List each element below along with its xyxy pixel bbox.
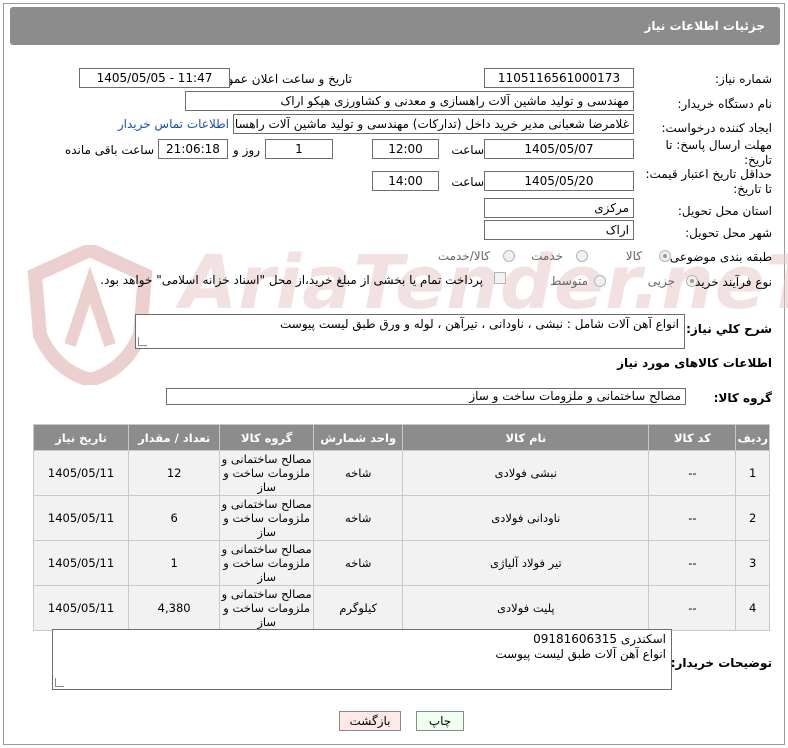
cell-unit: شاخه: [314, 541, 403, 585]
buyer-field: مهندسی و تولید ماشین آلات راهسازی و معدن…: [185, 91, 634, 111]
summary-textarea[interactable]: انواع آهن آلات شامل : نبشی ، ناودانی ، ت…: [135, 314, 685, 349]
table-row: 1 -- نبشی فولادی شاخه مصالح ساختمانی و م…: [34, 451, 769, 495]
group-label: گروه کالا:: [713, 391, 772, 405]
cell-name: نبشی فولادی: [403, 451, 649, 495]
cell-code: --: [649, 586, 736, 630]
deadline-time-label: ساعت: [451, 143, 484, 157]
category-service-radio[interactable]: [576, 250, 588, 262]
page-header: جزئیات اطلاعات نیاز: [10, 7, 780, 45]
cell-name: ناودانی فولادی: [403, 496, 649, 540]
process-minor-label: جزیی: [647, 274, 675, 288]
col-header-code: کد کالا: [649, 425, 736, 450]
cell-row-num: 2: [736, 496, 769, 540]
cell-row-num: 1: [736, 451, 769, 495]
process-minor-radio[interactable]: [686, 275, 698, 287]
col-header-name: نام کالا: [403, 425, 649, 450]
need-number-field: 1105116561000173: [484, 68, 634, 88]
table-row: 3 -- تیر فولاد آلیاژی شاخه مصالح ساختمان…: [34, 541, 769, 585]
cell-need-date: 1405/05/11: [34, 451, 129, 495]
cell-unit: شاخه: [314, 496, 403, 540]
col-header-unit: واحد شمارش: [314, 425, 403, 450]
cell-group: مصالح ساختمانی و ملزومات ساخت و ساز: [220, 451, 314, 495]
cell-code: --: [649, 496, 736, 540]
category-goods-label: کالا: [625, 249, 642, 263]
cell-group: مصالح ساختمانی و ملزومات ساخت و ساز: [220, 541, 314, 585]
table-row: 2 -- ناودانی فولادی شاخه مصالح ساختمانی …: [34, 496, 769, 540]
deadline-time-field: 12:00: [372, 139, 439, 159]
announce-field: 1405/05/05 - 11:47: [79, 68, 230, 88]
city-label: شهر محل تحویل:: [685, 226, 772, 240]
col-header-quantity: تعداد / مقدار: [129, 425, 220, 450]
cell-quantity: 4,380: [129, 586, 220, 630]
cell-code: --: [649, 541, 736, 585]
process-medium-label: متوسط: [550, 274, 588, 288]
city-field: اراک: [484, 220, 634, 240]
cell-quantity: 12: [129, 451, 220, 495]
cell-need-date: 1405/05/11: [34, 496, 129, 540]
summary-text: انواع آهن آلات شامل : نبشی ، ناودانی ، ت…: [280, 317, 679, 331]
category-label: طبقه بندی موضوعی:: [665, 250, 772, 264]
deadline-date-field: 1405/05/07: [484, 139, 634, 159]
creator-label: ایجاد کننده درخواست:: [661, 121, 772, 135]
back-button[interactable]: بازگشت: [339, 711, 401, 731]
need-number-label: شماره نیاز:: [715, 72, 772, 86]
treasury-payment-label: پرداخت تمام یا بخشی از مبلغ خرید،از محل …: [100, 273, 483, 287]
province-field: مرکزی: [484, 198, 634, 218]
cell-name: تیر فولاد آلیاژی: [403, 541, 649, 585]
deadline-label: مهلت ارسال پاسخ: تا تاریخ:: [665, 138, 772, 167]
category-goods-radio[interactable]: [659, 250, 671, 262]
process-label: نوع فرآیند خرید :: [687, 275, 772, 289]
buyer-notes-line1: اسکندری 09181606315: [533, 632, 666, 646]
category-service-label: خدمت: [531, 249, 563, 263]
cell-unit: شاخه: [314, 451, 403, 495]
cell-group: مصالح ساختمانی و ملزومات ساخت و ساز: [220, 496, 314, 540]
resize-grip-icon[interactable]: [138, 337, 147, 346]
cell-group: مصالح ساختمانی و ملزومات ساخت و ساز: [220, 586, 314, 630]
group-field: مصالح ساختمانی و ملزومات ساخت و ساز: [166, 388, 686, 405]
cell-quantity: 1: [129, 541, 220, 585]
days-label: روز و: [233, 143, 260, 157]
cell-row-num: 3: [736, 541, 769, 585]
creator-field: غلامرضا شعبانی مدیر خرید داخل (تدارکات) …: [233, 114, 634, 134]
table-row: 4 -- پلیت فولادی کیلوگرم مصالح ساختمانی …: [34, 586, 769, 630]
province-label: استان محل تحویل:: [677, 204, 772, 218]
days-field: 1: [265, 139, 333, 159]
remaining-time-field: 21:06:18: [158, 139, 228, 159]
page-title: جزئیات اطلاعات نیاز: [644, 19, 765, 33]
table-header-row: ردیف کد کالا نام کالا واحد شمارش گروه کا…: [34, 425, 769, 450]
cell-need-date: 1405/05/11: [34, 541, 129, 585]
validity-date-field: 1405/05/20: [484, 171, 634, 191]
buyer-notes-label: توضیحات خریدار:: [670, 656, 772, 670]
cell-code: --: [649, 451, 736, 495]
validity-time-label: ساعت: [451, 175, 484, 189]
summary-label: شرح کلي نياز:: [686, 322, 772, 336]
items-table: ردیف کد کالا نام کالا واحد شمارش گروه کا…: [33, 424, 770, 631]
resize-grip-icon[interactable]: [55, 678, 64, 687]
cell-unit: کیلوگرم: [314, 586, 403, 630]
process-medium-radio[interactable]: [594, 275, 606, 287]
col-header-group: گروه کالا: [220, 425, 314, 450]
cell-name: پلیت فولادی: [403, 586, 649, 630]
col-header-row-num: ردیف: [736, 425, 769, 450]
buyer-notes-line2: انواع آهن آلات طبق لیست پیوست: [495, 647, 666, 661]
category-goods-service-label: کالا/خدمت: [437, 249, 490, 263]
buyer-label: نام دستگاه خریدار:: [677, 97, 773, 111]
category-goods-service-radio[interactable]: [503, 250, 515, 262]
goods-info-title: اطلاعات کالاهای مورد نیاز: [617, 356, 772, 370]
treasury-payment-checkbox[interactable]: [494, 272, 506, 284]
cell-row-num: 4: [736, 586, 769, 630]
cell-need-date: 1405/05/11: [34, 586, 129, 630]
buyer-notes-textarea[interactable]: اسکندری 09181606315 انواع آهن آلات طبق ل…: [52, 629, 672, 690]
print-button[interactable]: چاپ: [416, 711, 464, 731]
validity-time-field: 14:00: [372, 171, 439, 191]
remaining-label: ساعت باقی مانده: [64, 143, 154, 157]
validity-label: حداقل تاریخ اعتبار قیمت: تا تاریخ:: [645, 167, 772, 196]
col-header-need-date: تاریخ نیاز: [34, 425, 129, 450]
contact-buyer-link[interactable]: اطلاعات تماس خریدار: [118, 117, 229, 131]
cell-quantity: 6: [129, 496, 220, 540]
